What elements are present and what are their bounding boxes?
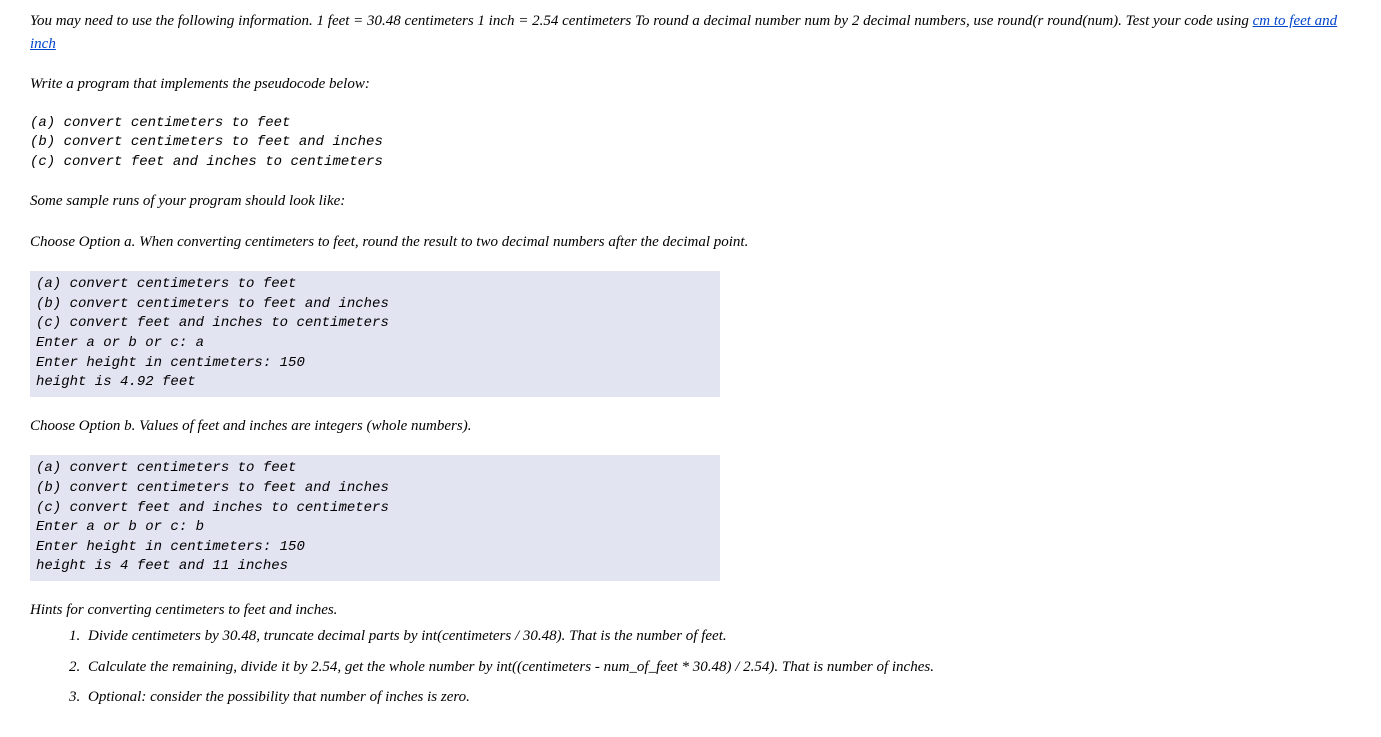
hints-heading: Hints for converting centimeters to feet… xyxy=(30,599,1351,622)
hint-item: Divide centimeters by 30.48, truncate de… xyxy=(84,625,1351,648)
sample-run-b: (a) convert centimeters to feet (b) conv… xyxy=(30,455,720,581)
hint-item: Calculate the remaining, divide it by 2.… xyxy=(84,656,1351,679)
option-a-heading: Choose Option a. When converting centime… xyxy=(30,231,1351,254)
intro-paragraph: You may need to use the following inform… xyxy=(30,10,1351,55)
hint-item: Optional: consider the possibility that … xyxy=(84,686,1351,709)
sample-run-a: (a) convert centimeters to feet (b) conv… xyxy=(30,271,720,397)
pseudocode-block: (a) convert centimeters to feet (b) conv… xyxy=(30,114,1351,173)
sample-intro-paragraph: Some sample runs of your program should … xyxy=(30,190,1351,213)
write-program-paragraph: Write a program that implements the pseu… xyxy=(30,73,1351,96)
hints-list: Divide centimeters by 30.48, truncate de… xyxy=(30,625,1351,709)
intro-text: You may need to use the following inform… xyxy=(30,13,1253,29)
option-b-heading: Choose Option b. Values of feet and inch… xyxy=(30,415,1351,438)
